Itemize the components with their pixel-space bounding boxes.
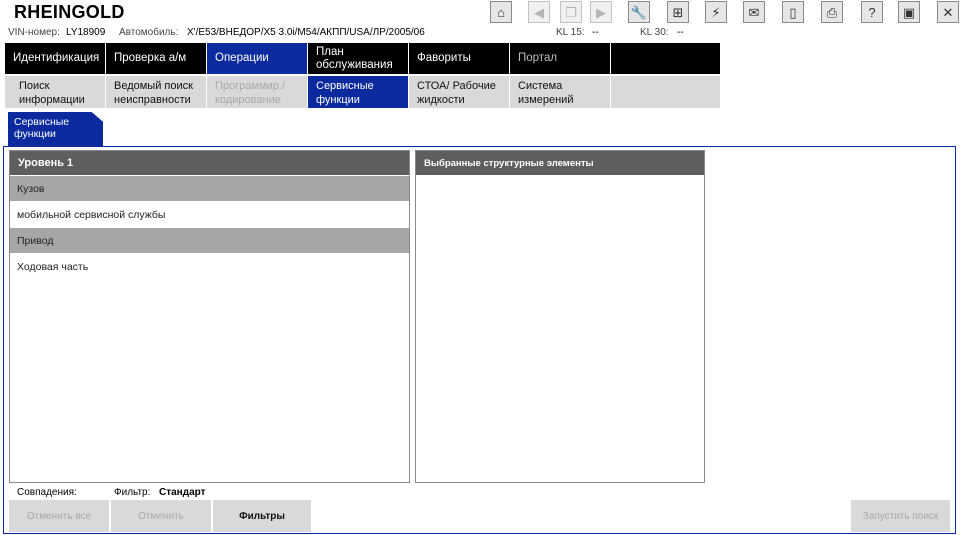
tab-sub-4[interactable]: СТОА/ Рабочие жидкости	[409, 76, 509, 108]
tab-main-1[interactable]: Проверка а/м	[106, 43, 206, 74]
list-item[interactable]: мобильной сервисной службы	[10, 202, 409, 227]
home-button[interactable]: ⌂	[490, 1, 512, 23]
category-row[interactable]: Кузов	[10, 176, 409, 201]
app-title: RHEINGOLD	[14, 2, 125, 22]
tab-main-0[interactable]: Идентификация	[5, 43, 105, 74]
vin-label: VIN-номер:	[8, 27, 60, 38]
close-icon: ✕	[942, 4, 954, 20]
battery-button[interactable]: ▯	[782, 1, 804, 23]
matches-label: Совпадения:	[17, 487, 77, 498]
compare-icon: ⊞	[672, 4, 684, 20]
filters-button[interactable]: Фильтры	[213, 500, 311, 532]
tab-sub-1[interactable]: Ведомый поиск неисправности	[106, 76, 206, 108]
level-1-header: Уровень 1	[10, 151, 409, 175]
help-button[interactable]: ?	[861, 1, 883, 23]
wrench-icon: 🔧	[630, 4, 648, 20]
selected-elements-panel: Выбранные структурные элементы	[415, 150, 705, 483]
tab-main-5[interactable]: Портал	[510, 43, 610, 74]
kl30-label: KL 30:	[640, 27, 669, 38]
forward-icon: ▶	[596, 4, 606, 20]
copy-button[interactable]: ❐	[560, 1, 582, 23]
back-button[interactable]: ◀	[528, 1, 550, 23]
car-value: X'/E53/ВНЕДОР/X5 3.0i/M54/АКПП/USA/ЛР/20…	[187, 27, 425, 38]
tab-sub-3[interactable]: Сервисные функции	[308, 76, 408, 108]
main-navigation: Идентификация Проверка а/м Операции План об…	[5, 43, 721, 74]
forward-button[interactable]: ▶	[590, 1, 612, 23]
tab-main-2[interactable]: Операции	[207, 43, 307, 74]
tab-main-3[interactable]: План обслуживания	[308, 43, 408, 74]
tab-service-functions[interactable]: Сервисные функции	[8, 112, 103, 147]
sub-navigation: Поиск информации Ведомый поиск неисправно…	[5, 76, 721, 108]
battery-icon: ▯	[789, 4, 797, 20]
level-1-panel: Уровень 1 Кузов мобильной сервисной служб…	[9, 150, 410, 483]
home-icon: ⌂	[497, 4, 505, 20]
category-row[interactable]: Привод	[10, 228, 409, 253]
nav-sub-filler	[611, 76, 720, 108]
cancel-button[interactable]: Отменить	[111, 500, 211, 532]
tab-sub-2[interactable]: Программир./ кодирование	[207, 76, 307, 108]
print-button[interactable]: ⎙	[821, 1, 843, 23]
back-icon: ◀	[534, 4, 544, 20]
status-line: Совпадения: Фильтр: Стандарт	[0, 487, 960, 499]
filter-value: Стандарт	[159, 487, 206, 498]
vehicle-info-bar: VIN-номер: LY18909 Автомобиль: X'/E53/ВН…	[0, 25, 960, 41]
car-label: Автомобиль:	[119, 27, 179, 38]
tab-sub-0[interactable]: Поиск информации	[5, 76, 105, 108]
minimize-button[interactable]: ▣	[898, 1, 920, 23]
list-item[interactable]: Ходовая часть	[10, 254, 409, 279]
title-bar: RHEINGOLD ⌂ ◀ ❐ ▶ 🔧 ⊞ ⚡ ✉ ▯ ⎙? ▣ ✕	[0, 0, 960, 24]
print-icon: ⎙	[826, 4, 838, 20]
wrench-button[interactable]: 🔧	[628, 1, 650, 23]
compare-button[interactable]: ⊞	[667, 1, 689, 23]
vin-value: LY18909	[66, 27, 106, 38]
kl30-value: --	[677, 27, 684, 38]
copy-icon: ❐	[565, 4, 577, 20]
start-search-button[interactable]: Запустить поиск	[851, 500, 950, 532]
plug-icon: ⚡	[711, 4, 721, 20]
tab-main-4[interactable]: Фавориты	[409, 43, 509, 74]
mail-icon: ✉	[748, 4, 760, 20]
cancel-all-button[interactable]: Отменить все	[9, 500, 109, 532]
close-button[interactable]: ✕	[937, 1, 959, 23]
mail-button[interactable]: ✉	[743, 1, 765, 23]
minimize-icon: ▣	[902, 4, 916, 20]
kl15-label: KL 15:	[556, 27, 585, 38]
level-1-list: Кузов мобильной сервисной службы Привод Ход…	[10, 176, 409, 279]
selected-elements-header: Выбранные структурные элементы	[416, 151, 704, 175]
help-icon: ?	[868, 4, 876, 20]
tab-sub-5[interactable]: Система измерений	[510, 76, 610, 108]
kl15-value: --	[592, 27, 599, 38]
nav-main-filler	[611, 43, 720, 74]
plug-button[interactable]: ⚡	[705, 1, 727, 23]
filter-label: Фильтр:	[114, 487, 151, 498]
